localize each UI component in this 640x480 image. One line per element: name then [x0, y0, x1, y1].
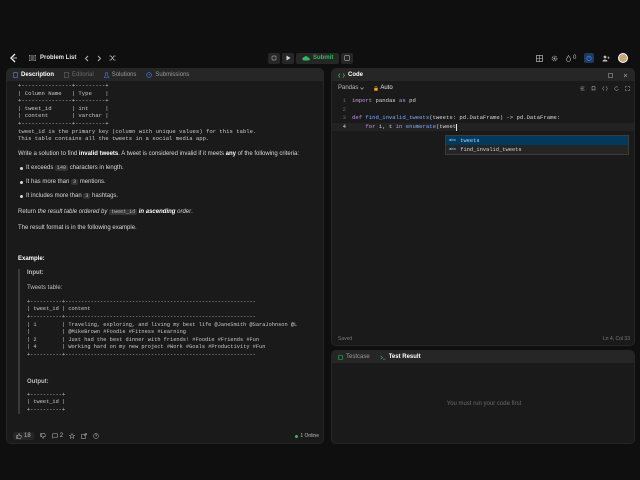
example-box: Input: Tweets table: +----------+-------…	[18, 268, 314, 415]
code-toolbar: Pandas Auto	[332, 81, 634, 95]
history-icon	[146, 72, 153, 78]
code-line: 3 def find_invalid_tweets (tweets: pd.Data…	[342, 114, 561, 121]
tab-test-result[interactable]: Test Result	[379, 354, 421, 360]
settings-gear-icon[interactable]	[551, 55, 558, 62]
problem-list-link[interactable]: Problem List	[40, 55, 76, 61]
empty-result-message: You must run your code first	[446, 401, 522, 407]
editor-actions	[580, 85, 630, 91]
code-status-bar: Saved Ln 4, Col 33	[332, 333, 634, 345]
add-friend-icon[interactable]	[602, 55, 611, 62]
code-panel: Code Pandas Auto 1import pandas as pd 2	[331, 68, 635, 346]
tab-solutions[interactable]: Solutions	[103, 72, 136, 78]
checkbox-icon	[338, 354, 343, 360]
online-status: 1 Online	[295, 433, 319, 439]
example-heading: Example:	[18, 255, 45, 262]
problem-description: +---------------+---------+ | Column Nam…	[7, 81, 323, 431]
online-dot	[295, 434, 299, 438]
flask-icon	[103, 72, 109, 78]
tab-code[interactable]: Code	[338, 72, 363, 78]
lock-icon	[374, 85, 379, 91]
maximize-icon[interactable]	[608, 72, 613, 78]
bookmark-icon[interactable]	[591, 85, 596, 91]
submit-button[interactable]: Submit	[296, 52, 340, 64]
code-editor[interactable]: 1 import pandas as pd 2 3 def find_invalid…	[332, 97, 634, 327]
top-bar: Problem List Submit 0	[0, 0, 640, 64]
output-label: Output:	[27, 378, 49, 385]
description-panel: Description Editorial Solutions Submissi…	[6, 68, 324, 444]
suggestion-item[interactable]: abc find_invalid_tweets	[446, 145, 628, 154]
list-item: It exceeds 140 characters in length.	[20, 164, 314, 172]
format-note: The result format is in the following ex…	[18, 224, 137, 231]
chevron-down-icon	[360, 86, 365, 90]
output-table: +----------+ | tweet_id | +----------+	[27, 391, 66, 413]
variable-icon: abc	[449, 147, 457, 152]
user-avatar[interactable]	[618, 53, 629, 63]
terminal-icon	[379, 355, 386, 359]
book-icon	[64, 72, 69, 78]
cursor-position: Ln 4, Col 33	[603, 336, 630, 342]
submit-label: Submit	[313, 55, 334, 61]
save-status: Saved	[338, 336, 353, 342]
problem-list-icon[interactable]	[28, 55, 36, 61]
document-icon	[13, 72, 18, 78]
tweets-table: +----------+----------------------------…	[27, 298, 298, 358]
variable-icon: abc	[449, 138, 457, 143]
schema-table: +---------------+---------+ | Column Nam…	[18, 82, 109, 127]
test-tab-bar: Testcase Test Result	[332, 351, 634, 363]
expand-icon[interactable]	[625, 85, 630, 91]
reset-icon[interactable]	[614, 86, 619, 91]
description-footer: 18 2 1 Online	[7, 429, 323, 443]
streak-count: 0	[573, 55, 577, 61]
thumbs-down-icon[interactable]	[39, 433, 46, 439]
auto-toggle[interactable]: Auto	[374, 85, 393, 91]
run-play-icon[interactable]	[282, 52, 294, 64]
help-icon[interactable]	[93, 433, 99, 439]
tab-description[interactable]: Description	[13, 72, 54, 78]
schema-note: tweet_id is the primary key (column with…	[18, 127, 257, 143]
criteria-list: It exceeds 140 characters in length. It …	[18, 164, 314, 200]
left-tab-bar: Description Editorial Solutions Submissi…	[7, 69, 323, 81]
thumbs-up-icon	[16, 433, 22, 439]
test-panel: Testcase Test Result You must run your c…	[331, 350, 635, 444]
run-controls: Submit	[268, 50, 354, 66]
code-line-active: 4 for i, t in enumerate (tweet	[332, 122, 634, 131]
leetcode-logo-icon[interactable]	[8, 53, 18, 63]
task-statement: Write a solution to find invalid tweets.…	[18, 150, 300, 157]
top-right-actions: 0	[536, 50, 629, 66]
streak-fire-icon[interactable]: 0	[566, 54, 577, 62]
code-line: 2	[342, 105, 346, 113]
text-cursor	[456, 123, 458, 131]
list-item: It includes more than 3 hashtags.	[20, 192, 314, 200]
tab-testcase[interactable]: Testcase	[338, 354, 370, 360]
comment-icon	[51, 433, 58, 439]
chevron-right-icon[interactable]	[96, 55, 102, 62]
code-line: 1 import pandas as pd	[342, 97, 416, 104]
comments-button[interactable]: 2	[51, 433, 63, 439]
share-icon[interactable]	[81, 433, 87, 439]
tab-editorial[interactable]: Editorial	[64, 72, 94, 78]
tweets-table-label: Tweets table:	[27, 284, 63, 291]
like-button[interactable]: 18	[13, 432, 34, 440]
format-icon[interactable]	[580, 86, 585, 91]
list-item: It has more than 3 mentions.	[20, 178, 314, 186]
language-select[interactable]: Pandas	[338, 85, 365, 91]
input-label: Input:	[27, 269, 44, 276]
autocomplete-popup: abc tweets abc find_invalid_tweets	[445, 135, 629, 155]
code-brackets-icon	[338, 72, 345, 78]
star-icon[interactable]	[69, 433, 76, 439]
suggestion-item[interactable]: abc tweets	[446, 136, 628, 145]
note-icon[interactable]	[341, 52, 354, 64]
shuffle-icon[interactable]	[109, 55, 116, 61]
timer-icon[interactable]	[584, 53, 595, 63]
tab-submissions[interactable]: Submissions	[146, 72, 189, 78]
code-tab-bar: Code	[332, 69, 634, 81]
layout-icon[interactable]	[536, 54, 543, 62]
top-left-nav: Problem List	[8, 50, 116, 66]
collapse-icon[interactable]	[623, 73, 628, 78]
cloud-upload-icon	[302, 56, 310, 61]
braces-icon[interactable]	[602, 85, 608, 91]
debug-icon[interactable]	[268, 52, 280, 64]
chevron-left-icon[interactable]	[84, 55, 90, 62]
return-statement: Return the result table ordered by tweet…	[18, 208, 193, 215]
